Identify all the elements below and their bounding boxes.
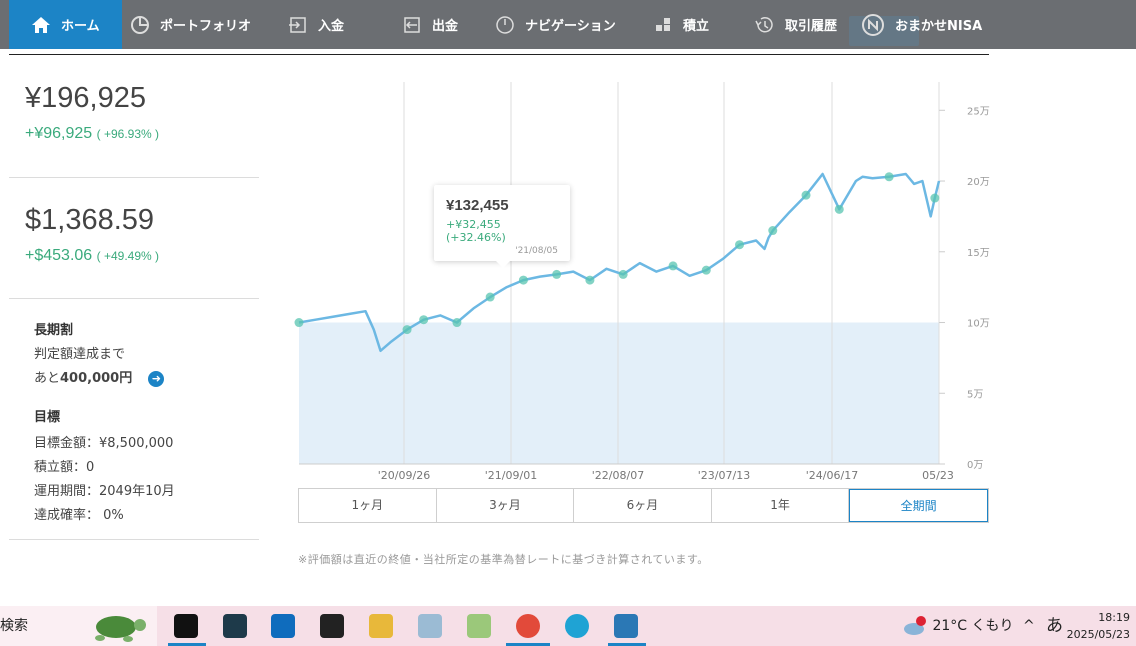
notepad-icon[interactable] — [418, 614, 442, 638]
tab-1year[interactable]: 1年 — [712, 489, 850, 522]
outlook-icon[interactable] — [271, 614, 295, 638]
tab-1month[interactable]: 1ヶ月 — [299, 489, 437, 522]
x-tick-label: '20/09/26 — [378, 469, 430, 482]
trade-marker — [735, 240, 745, 250]
y-tick-label: 25万 — [967, 106, 990, 117]
tab-all[interactable]: 全期間 — [849, 489, 988, 522]
x-tick-label: '24/06/17 — [806, 469, 858, 482]
turtle-icon — [95, 616, 146, 642]
x-tick-label: '21/09/01 — [485, 469, 537, 482]
principal-area — [299, 322, 939, 464]
trade-marker — [668, 261, 678, 271]
chrome-icon[interactable] — [516, 614, 540, 638]
trade-marker — [294, 318, 304, 328]
dashlane-icon[interactable] — [174, 614, 198, 638]
trade-marker — [552, 269, 562, 279]
chevron-up-icon[interactable]: ^ — [1023, 606, 1035, 646]
app-icon[interactable] — [223, 614, 247, 638]
trade-marker — [930, 193, 940, 203]
taskbar: 検索 21°C くもり ^ あ 18:19 2025/05/23 — [0, 606, 1136, 646]
chart-tooltip: ¥132,455 +¥32,455 (+32.46%) '21/08/05 — [434, 185, 570, 268]
taskbar-search[interactable]: 検索 — [0, 606, 157, 646]
x-tick-label: 05/23 — [922, 469, 954, 482]
cloud-icon — [904, 616, 926, 635]
ime-indicator[interactable]: あ — [1046, 606, 1063, 646]
clock-time: 18:19 — [1098, 611, 1130, 624]
trade-marker — [618, 269, 628, 279]
calculator-icon[interactable] — [614, 614, 638, 638]
search-label: 検索 — [0, 618, 28, 634]
vim-icon[interactable] — [467, 614, 491, 638]
y-tick-label: 0万 — [967, 460, 983, 471]
y-tick-label: 20万 — [967, 177, 990, 188]
weather-text: 21°C くもり — [932, 618, 1014, 634]
trade-marker — [884, 172, 894, 182]
trade-marker — [452, 318, 462, 328]
trade-marker — [402, 325, 412, 335]
trade-marker — [701, 265, 711, 275]
clock[interactable]: 18:19 2025/05/23 — [1067, 609, 1130, 643]
trade-marker — [768, 226, 778, 236]
clock-date: 2025/05/23 — [1066, 628, 1130, 641]
tooltip-value: ¥132,455 — [446, 197, 509, 214]
file-explorer-icon[interactable] — [369, 614, 393, 638]
tab-3month[interactable]: 3ヶ月 — [437, 489, 575, 522]
tooltip-date: '21/08/05 — [515, 246, 558, 256]
trade-marker — [518, 275, 528, 285]
y-tick-label: 10万 — [967, 319, 990, 330]
trade-marker — [419, 315, 429, 325]
weather[interactable]: 21°C くもり — [902, 606, 1014, 646]
range-tabs: 1ヶ月 3ヶ月 6ヶ月 1年 全期間 — [298, 488, 989, 523]
edge-icon[interactable] — [565, 614, 589, 638]
x-tick-label: '23/07/13 — [698, 469, 750, 482]
trade-marker — [485, 292, 495, 302]
trade-marker — [834, 204, 844, 214]
trade-marker — [585, 275, 595, 285]
x-tick-label: '22/08/07 — [592, 469, 644, 482]
y-tick-label: 5万 — [967, 389, 983, 400]
footnote: ※評価額は直近の終値・当社所定の基準為替レートに基づき計算されています。 — [298, 553, 709, 566]
terminal-icon[interactable] — [320, 614, 344, 638]
y-tick-label: 15万 — [967, 248, 990, 259]
trade-marker — [801, 190, 811, 200]
tooltip-gain: +¥32,455 (+32.46%) — [446, 218, 506, 244]
tab-6month[interactable]: 6ヶ月 — [574, 489, 712, 522]
